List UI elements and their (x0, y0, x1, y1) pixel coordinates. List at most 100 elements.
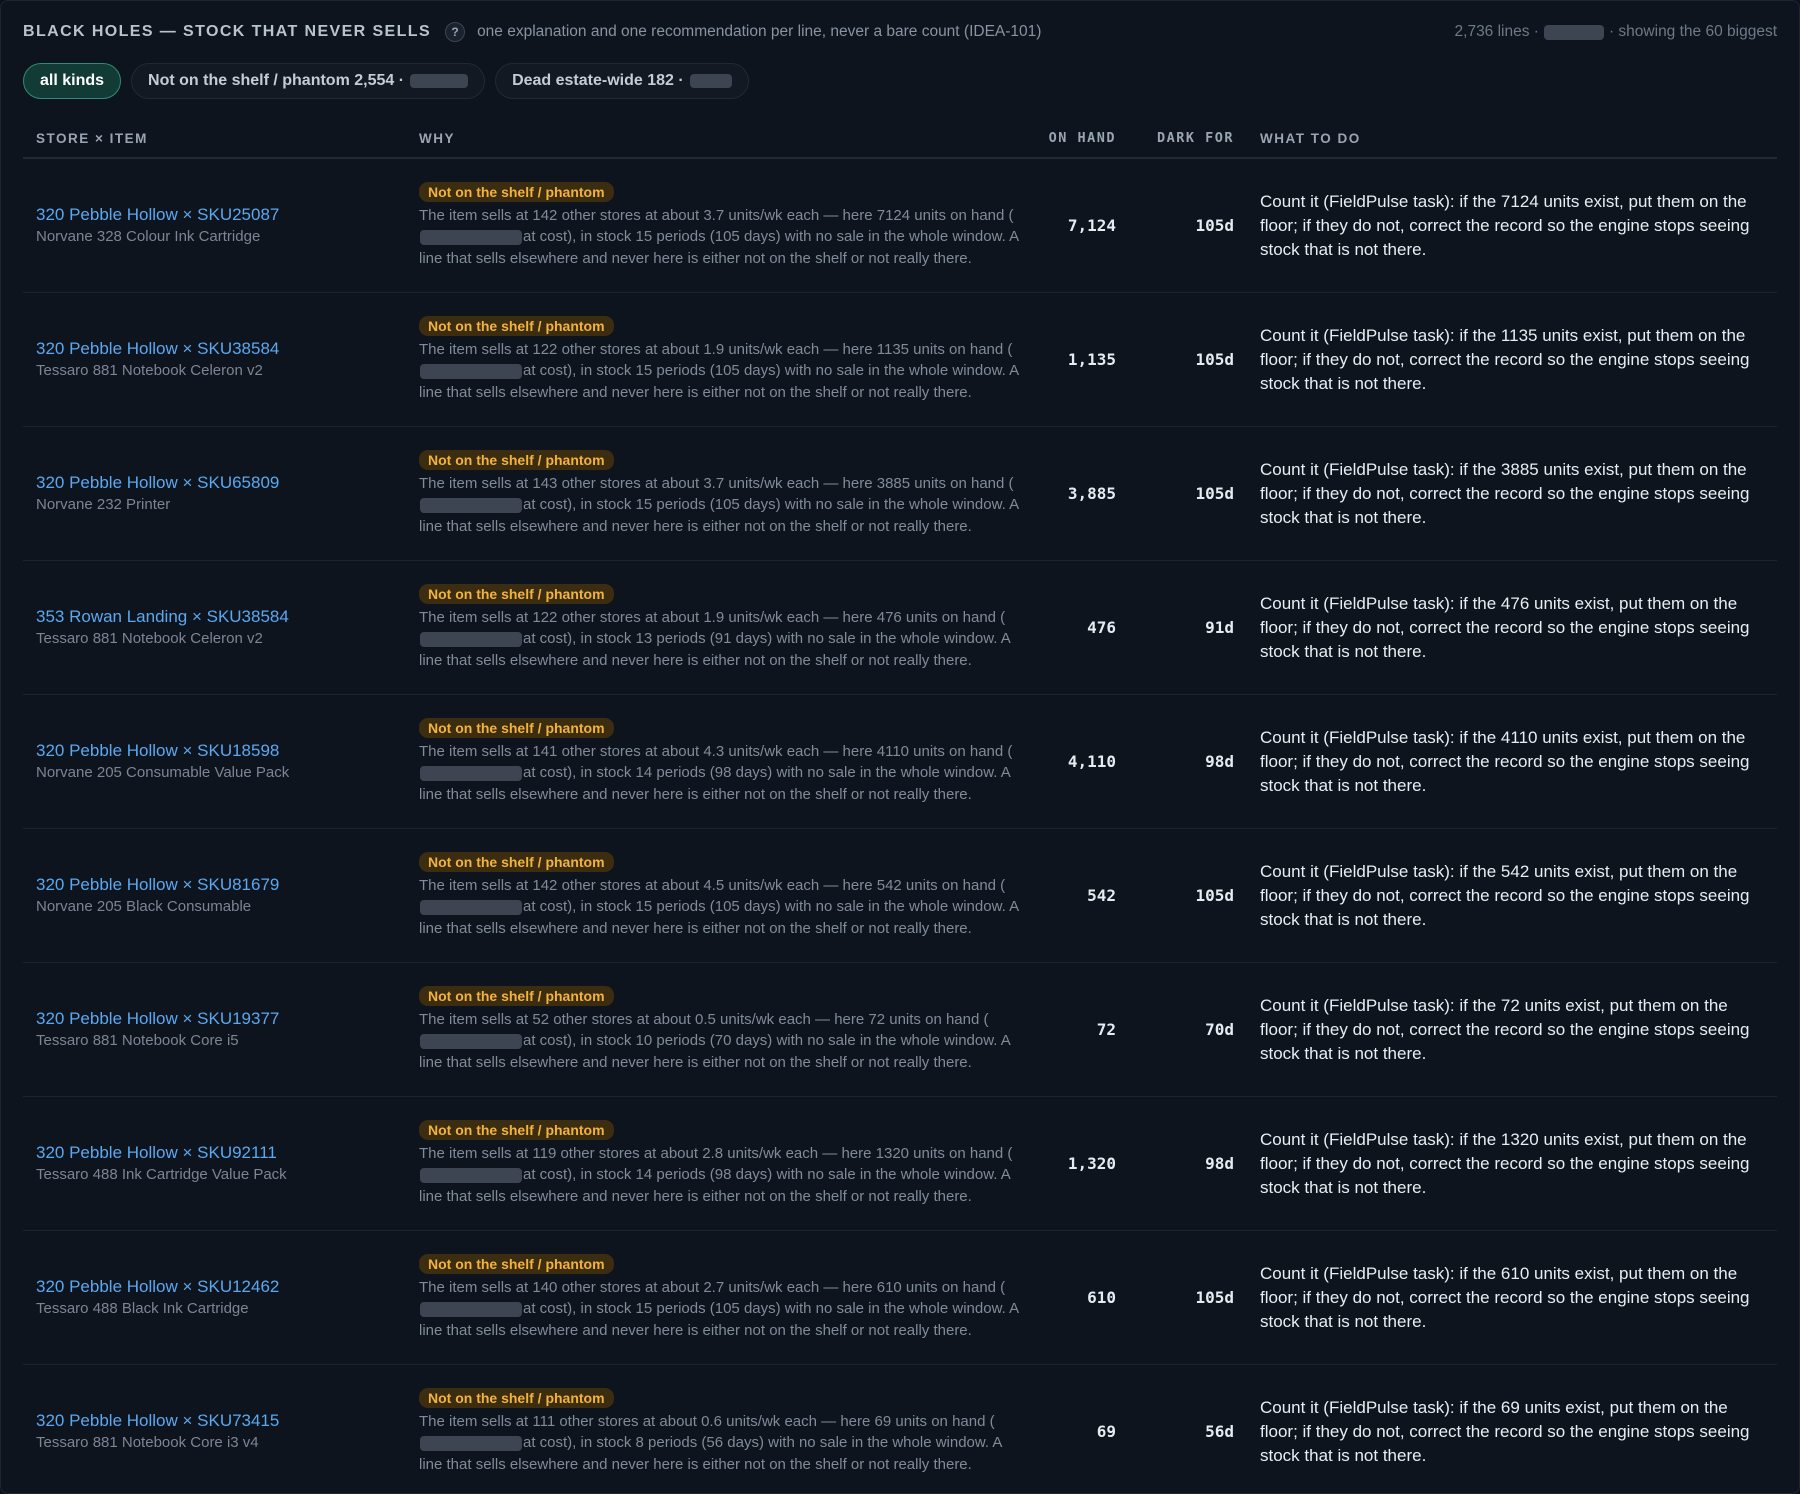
what-to-do-text: Count it (FieldPulse task): if the 1135 … (1260, 325, 1750, 393)
on-hand-value: 476 (1087, 618, 1116, 637)
table-row: 320 Pebble Hollow × SKU92111 Tessaro 488… (23, 1097, 1777, 1231)
why-cell: Not on the shelf / phantom The item sell… (406, 717, 1028, 806)
store-sku-link[interactable]: 320 Pebble Hollow × SKU18598 (36, 740, 406, 762)
store-sku-link[interactable]: 320 Pebble Hollow × SKU92111 (36, 1142, 406, 1164)
dark-for-value: 70d (1205, 1020, 1234, 1039)
why-text: The item sells at 141 other stores at ab… (419, 741, 1028, 806)
dark-for-value: 98d (1205, 1154, 1234, 1173)
dark-for-value: 56d (1205, 1422, 1234, 1441)
lines-count: 2,736 lines · (1454, 23, 1539, 40)
store-sku-link[interactable]: 320 Pebble Hollow × SKU81679 (36, 874, 406, 896)
store-item-cell: 353 Rowan Landing × SKU38584 Tessaro 881… (23, 606, 406, 649)
why-text-part: The item sells at 142 other stores at ab… (419, 876, 1006, 894)
table-body: 320 Pebble Hollow × SKU25087 Norvane 328… (23, 159, 1777, 1493)
on-hand-value: 610 (1087, 1288, 1116, 1307)
what-to-do-text: Count it (FieldPulse task): if the 72 un… (1260, 995, 1750, 1063)
store-sku-link[interactable]: 320 Pebble Hollow × SKU65809 (36, 472, 406, 494)
table-row: 353 Rowan Landing × SKU38584 Tessaro 881… (23, 561, 1777, 695)
dark-for-value: 105d (1195, 484, 1234, 503)
why-text: The item sells at 52 other stores at abo… (419, 1009, 1028, 1074)
status-badge: Not on the shelf / phantom (419, 717, 614, 738)
chip-label: Dead estate-wide 182 · (512, 72, 684, 89)
why-text-part: The item sells at 111 other stores at ab… (419, 1412, 995, 1430)
why-cell: Not on the shelf / phantom The item sell… (406, 1119, 1028, 1208)
what-to-do-text: Count it (FieldPulse task): if the 1320 … (1260, 1129, 1750, 1197)
dark-for-value: 105d (1195, 350, 1234, 369)
product-name: Tessaro 881 Notebook Core i5 (36, 1032, 239, 1049)
dark-for-value: 98d (1205, 752, 1234, 771)
why-cell: Not on the shelf / phantom The item sell… (406, 449, 1028, 538)
header-summary: 2,736 lines · · showing the 60 biggest (1455, 23, 1777, 41)
table-row: 320 Pebble Hollow × SKU12462 Tessaro 488… (23, 1231, 1777, 1365)
col-on-hand[interactable]: ON HAND (1028, 130, 1116, 146)
table-row: 320 Pebble Hollow × SKU19377 Tessaro 881… (23, 963, 1777, 1097)
product-name: Norvane 232 Printer (36, 496, 171, 513)
store-sku-link[interactable]: 320 Pebble Hollow × SKU12462 (36, 1276, 406, 1298)
why-text: The item sells at 111 other stores at ab… (419, 1411, 1028, 1476)
on-hand-value: 4,110 (1067, 752, 1116, 771)
on-hand-value: 72 (1096, 1020, 1116, 1039)
store-sku-link[interactable]: 353 Rowan Landing × SKU38584 (36, 606, 406, 628)
status-badge: Not on the shelf / phantom (419, 1253, 614, 1274)
why-text-part: The item sells at 141 other stores at ab… (419, 742, 1013, 760)
why-text: The item sells at 119 other stores at ab… (419, 1143, 1028, 1208)
why-text-part: The item sells at 122 other stores at ab… (419, 340, 1013, 358)
col-store-item[interactable]: STORE × ITEM (23, 131, 406, 146)
store-item-cell: 320 Pebble Hollow × SKU18598 Norvane 205… (23, 740, 406, 783)
store-sku-link[interactable]: 320 Pebble Hollow × SKU38584 (36, 338, 406, 360)
table-header: STORE × ITEM WHY ON HAND DARK FOR WHAT T… (23, 119, 1777, 159)
col-what-to-do[interactable]: WHAT TO DO (1234, 131, 1777, 146)
store-sku-link[interactable]: 320 Pebble Hollow × SKU19377 (36, 1008, 406, 1030)
why-cell: Not on the shelf / phantom The item sell… (406, 315, 1028, 404)
why-cell: Not on the shelf / phantom The item sell… (406, 851, 1028, 940)
table-row: 320 Pebble Hollow × SKU65809 Norvane 232… (23, 427, 1777, 561)
store-item-cell: 320 Pebble Hollow × SKU65809 Norvane 232… (23, 472, 406, 515)
what-to-do-text: Count it (FieldPulse task): if the 476 u… (1260, 593, 1750, 661)
redacted-cost (420, 363, 522, 379)
status-badge: Not on the shelf / phantom (419, 583, 614, 604)
chip-label: Not on the shelf / phantom 2,554 · (148, 72, 405, 89)
table-row: 320 Pebble Hollow × SKU73415 Tessaro 881… (23, 1365, 1777, 1493)
black-holes-panel: BLACK HOLES — STOCK THAT NEVER SELLS ? o… (0, 0, 1800, 1494)
redacted-cost (420, 899, 522, 915)
dark-for-value: 105d (1195, 216, 1234, 235)
col-dark-for[interactable]: DARK FOR (1116, 130, 1234, 146)
why-text: The item sells at 142 other stores at ab… (419, 205, 1028, 270)
redacted-cost (420, 497, 522, 513)
chip-not-on-shelf-phantom[interactable]: Not on the shelf / phantom 2,554 · (131, 63, 486, 99)
why-cell: Not on the shelf / phantom The item sell… (406, 985, 1028, 1074)
store-sku-link[interactable]: 320 Pebble Hollow × SKU73415 (36, 1410, 406, 1432)
redacted-cost (420, 1167, 522, 1183)
why-cell: Not on the shelf / phantom The item sell… (406, 181, 1028, 270)
product-name: Tessaro 881 Notebook Core i3 v4 (36, 1434, 259, 1451)
product-name: Norvane 328 Colour Ink Cartridge (36, 228, 261, 245)
redacted-cost (420, 229, 522, 245)
redacted-cost (420, 1033, 522, 1049)
status-badge: Not on the shelf / phantom (419, 1119, 614, 1140)
on-hand-value: 1,320 (1067, 1154, 1116, 1173)
store-item-cell: 320 Pebble Hollow × SKU12462 Tessaro 488… (23, 1276, 406, 1319)
help-icon[interactable]: ? (445, 22, 466, 42)
showing-count: · showing the 60 biggest (1608, 23, 1777, 40)
on-hand-value: 69 (1096, 1422, 1116, 1441)
what-to-do-text: Count it (FieldPulse task): if the 4110 … (1260, 727, 1750, 795)
table-row: 320 Pebble Hollow × SKU81679 Norvane 205… (23, 829, 1777, 963)
what-to-do-text: Count it (FieldPulse task): if the 69 un… (1260, 1397, 1750, 1465)
why-text-part: The item sells at 119 other stores at ab… (419, 1144, 1013, 1162)
redacted-value (1543, 24, 1604, 40)
what-to-do-text: Count it (FieldPulse task): if the 3885 … (1260, 459, 1750, 527)
why-text-part: The item sells at 143 other stores at ab… (419, 474, 1014, 492)
product-name: Tessaro 488 Black Ink Cartridge (36, 1300, 249, 1317)
why-text: The item sells at 122 other stores at ab… (419, 339, 1028, 404)
col-why[interactable]: WHY (406, 131, 1028, 146)
store-sku-link[interactable]: 320 Pebble Hollow × SKU25087 (36, 204, 406, 226)
store-item-cell: 320 Pebble Hollow × SKU19377 Tessaro 881… (23, 1008, 406, 1051)
why-text: The item sells at 122 other stores at ab… (419, 607, 1028, 672)
on-hand-value: 542 (1087, 886, 1116, 905)
what-to-do-text: Count it (FieldPulse task): if the 542 u… (1260, 861, 1750, 929)
chip-dead-estate-wide[interactable]: Dead estate-wide 182 · (495, 63, 749, 99)
redacted-cost (420, 1435, 522, 1451)
why-text-part: The item sells at 52 other stores at abo… (419, 1010, 989, 1028)
dark-for-value: 105d (1195, 1288, 1234, 1307)
chip-all-kinds[interactable]: all kinds (23, 63, 122, 99)
